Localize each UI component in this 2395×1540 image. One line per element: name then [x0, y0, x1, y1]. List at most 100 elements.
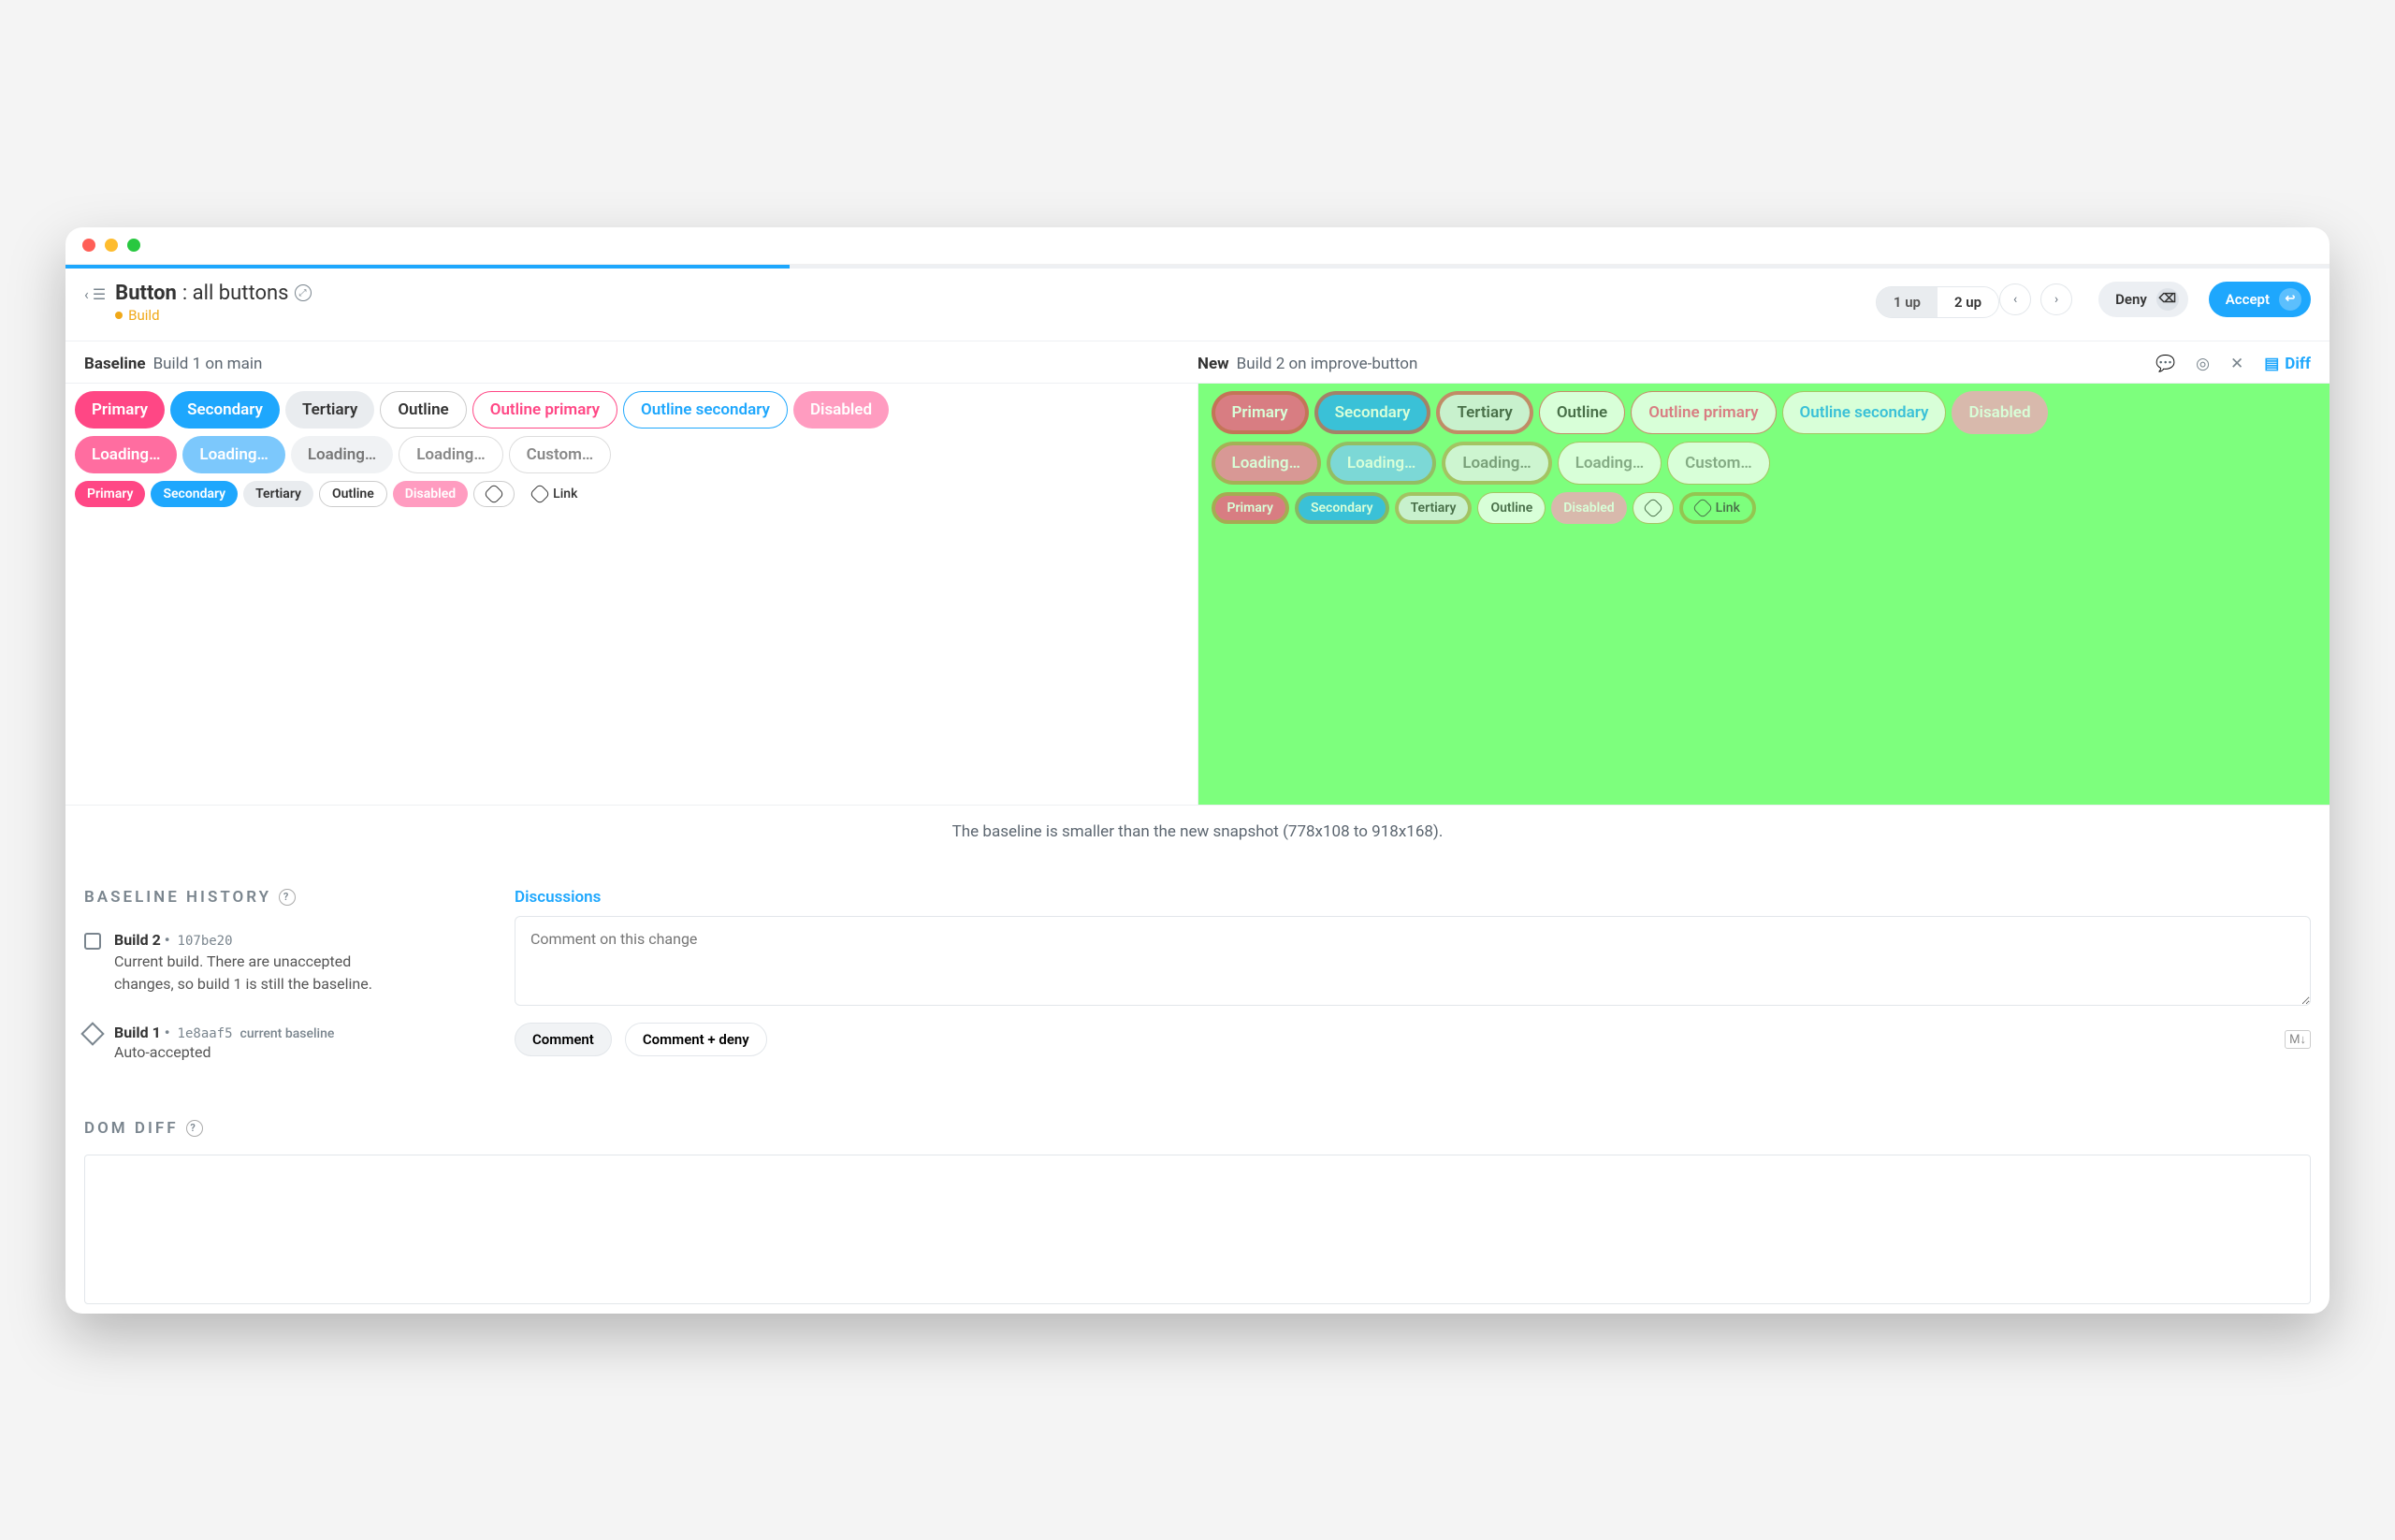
new-column-header: New Build 2 on improve-button 💬 ◎ ✕ ▤ Di…: [1198, 355, 2311, 373]
btn-primary: Primary: [1212, 391, 1309, 434]
btn-loading-tertiary: Loading…: [1442, 442, 1551, 485]
new-subtitle: Build 2 on improve-button: [1237, 355, 1418, 373]
markdown-badge: M↓: [2285, 1030, 2311, 1049]
window-zoom-icon[interactable]: [127, 239, 140, 252]
btn-sm-tertiary: Tertiary: [243, 481, 313, 507]
chat-icon[interactable]: 💬: [2156, 355, 2175, 373]
btn-loading-primary: Loading…: [75, 436, 177, 473]
btn-sm-secondary: Secondary: [151, 481, 238, 507]
btn-loading-secondary: Loading…: [1327, 442, 1436, 485]
discussions-tab[interactable]: Discussions: [515, 888, 2311, 916]
btn-loading-tertiary: Loading…: [291, 436, 393, 473]
deny-button[interactable]: Deny ⌫: [2098, 282, 2188, 317]
status-dot-icon: [115, 312, 123, 319]
btn-outline-primary: Outline primary: [472, 391, 617, 429]
build-marker-icon: [80, 1022, 104, 1045]
window-minimize-icon[interactable]: [105, 239, 118, 252]
help-icon[interactable]: ?: [279, 889, 296, 906]
baseline-column-header: Baseline Build 1 on main: [84, 355, 1198, 373]
diff-label: Diff: [2285, 355, 2311, 373]
baseline-snapshot: Primary Secondary Tertiary Outline Outli…: [65, 384, 1198, 805]
deny-button-label: Deny: [2115, 291, 2147, 308]
btn-disabled: Disabled: [1952, 391, 2047, 434]
build-name: Build 2: [114, 931, 161, 949]
accept-button[interactable]: Accept ↩: [2209, 282, 2311, 317]
help-icon[interactable]: ?: [186, 1120, 203, 1137]
snapshot-panels: Primary Secondary Tertiary Outline Outli…: [65, 383, 2330, 805]
comment-deny-button[interactable]: Comment + deny: [625, 1023, 767, 1056]
link-icon: [1642, 497, 1663, 518]
new-row-1: Primary Secondary Tertiary Outline Outli…: [1198, 387, 2330, 438]
btn-sm-disabled: Disabled: [393, 481, 468, 507]
btn-sm-link: Link: [520, 481, 589, 507]
layout-toggle-1up[interactable]: 1 up: [1877, 287, 1938, 317]
window-close-icon[interactable]: [82, 239, 95, 252]
btn-loading-primary: Loading…: [1212, 442, 1321, 485]
baseline-subtitle: Build 1 on main: [153, 355, 263, 373]
history-build-1[interactable]: Build 1 • 1e8aaf5 current baseline Auto-…: [84, 1018, 477, 1083]
diff-toggle[interactable]: ▤ Diff: [2264, 355, 2311, 373]
new-snapshot: Primary Secondary Tertiary Outline Outli…: [1198, 384, 2330, 805]
btn-loading-outline: Loading…: [399, 436, 502, 473]
expand-icon[interactable]: [295, 284, 312, 301]
app-window: ‹ ☰ Button : all buttons Build 1 up 2 up…: [65, 227, 2330, 1314]
window-titlebar: [65, 227, 2330, 265]
dom-diff-panel: [84, 1155, 2311, 1304]
btn-sm-linkicon: [1633, 492, 1674, 524]
dom-diff-section: DOM DIFF ?: [65, 1093, 2330, 1314]
new-title: New: [1198, 355, 1229, 373]
chevron-left-icon[interactable]: ‹: [84, 285, 89, 303]
layout-toggle: 1 up 2 up: [1876, 286, 1999, 318]
btn-outline-secondary: Outline secondary: [1782, 391, 1947, 434]
deny-shortcut-icon: ⌫: [2156, 288, 2179, 311]
btn-disabled: Disabled: [793, 391, 889, 429]
focus-icon[interactable]: ◎: [2196, 355, 2210, 373]
btn-sm-link: Link: [1679, 492, 1756, 524]
comment-button[interactable]: Comment: [515, 1023, 612, 1056]
prev-change-button[interactable]: ‹: [1999, 283, 2031, 315]
btn-outline-secondary: Outline secondary: [623, 391, 788, 429]
next-change-button[interactable]: ›: [2040, 283, 2072, 315]
accept-button-label: Accept: [2226, 291, 2270, 308]
history-build-2[interactable]: Build 2 • 107be20 Current build. There a…: [84, 925, 477, 1018]
diff-icon: ▤: [2264, 355, 2279, 373]
btn-outline: Outline: [380, 391, 466, 429]
btn-tertiary: Tertiary: [285, 391, 374, 429]
comment-actions: Comment Comment + deny M↓: [515, 1023, 2311, 1056]
btn-loading-outline: Loading…: [1558, 442, 1662, 485]
btn-sm-secondary: Secondary: [1295, 492, 1389, 524]
btn-tertiary: Tertiary: [1436, 391, 1532, 434]
snapshot-tools: 💬 ◎ ✕ ▤ Diff: [2156, 355, 2311, 373]
new-row-2: Loading… Loading… Loading… Loading… Cust…: [1198, 438, 2330, 488]
loading-progress-fill: [65, 265, 790, 269]
build-hash: 1e8aaf5: [178, 1026, 233, 1041]
btn-sm-primary: Primary: [1212, 492, 1289, 524]
history-builds: Build 2 • 107be20 Current build. There a…: [84, 925, 477, 1083]
history-title: BASELINE HISTORY ?: [84, 888, 477, 907]
build-name: Build 1: [114, 1024, 161, 1041]
page-subtitle: Build: [115, 307, 311, 324]
page-subtitle-label: Build: [128, 307, 159, 324]
header-nav-icons: ‹ ☰: [84, 282, 115, 303]
lower-section: BASELINE HISTORY ? Build 2 • 107be20 Cur…: [65, 858, 2330, 1093]
layout-toggle-2up[interactable]: 2 up: [1938, 287, 1998, 317]
page-title: Button : all buttons: [115, 282, 311, 305]
build-desc: Auto-accepted: [114, 1043, 334, 1061]
new-row-3: Primary Secondary Tertiary Outline Disab…: [1198, 488, 2330, 528]
btn-outline: Outline: [1539, 391, 1625, 434]
build-hash: 107be20: [178, 934, 233, 949]
btn-outline-primary: Outline primary: [1631, 391, 1776, 434]
comment-input[interactable]: [515, 916, 2311, 1006]
accept-shortcut-icon: ↩: [2279, 288, 2301, 311]
btn-sm-outline: Outline: [1477, 492, 1546, 524]
list-icon[interactable]: ☰: [93, 285, 106, 303]
page-title-strong: Button: [115, 282, 177, 305]
ignore-icon[interactable]: ✕: [2230, 355, 2243, 373]
link-icon: [530, 483, 551, 504]
build-desc: Current build. There are unaccepted chan…: [114, 951, 395, 995]
btn-custom: Custom…: [1667, 442, 1770, 485]
btn-secondary: Secondary: [170, 391, 280, 429]
btn-sm-tertiary: Tertiary: [1395, 492, 1473, 524]
link-icon: [1691, 497, 1713, 518]
discussion-panel: Discussions Comment Comment + deny M↓: [515, 888, 2311, 1083]
